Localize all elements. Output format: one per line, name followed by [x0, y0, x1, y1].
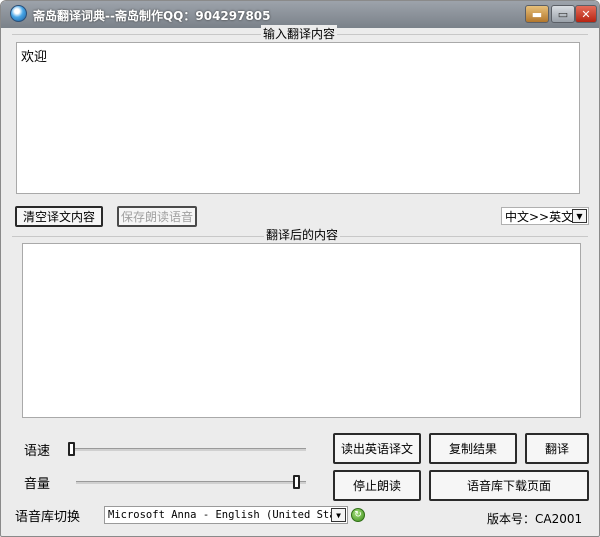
close-button[interactable]: ✕	[575, 5, 597, 23]
clear-translation-button[interactable]: 清空译文内容	[15, 206, 103, 227]
speed-label: 语速	[24, 444, 51, 459]
volume-slider-track[interactable]	[76, 481, 306, 484]
skin-button[interactable]: ▬	[525, 5, 549, 23]
save-audio-button[interactable]: 保存朗读语音	[117, 206, 197, 227]
output-section-label: 翻译后的内容	[264, 226, 341, 243]
voice-library-label: 语音库切换	[15, 510, 81, 525]
voice-library-value: Microsoft Anna - English (United States)	[108, 509, 332, 521]
voice-chevron-down-icon: ▼	[331, 508, 346, 522]
maximize-icon: ▭	[557, 7, 569, 21]
chevron-down-icon: ▼	[572, 209, 587, 223]
read-english-button[interactable]: 读出英语译文	[333, 433, 421, 464]
language-direction-value: 中文>>英文	[505, 209, 574, 224]
translate-label: 翻译	[544, 442, 569, 456]
clear-translation-label: 清空译文内容	[22, 210, 95, 224]
stop-reading-label: 停止朗读	[352, 479, 401, 493]
translation-output-area[interactable]	[22, 243, 581, 418]
app-logo-icon	[10, 5, 27, 22]
input-section-label: 输入翻译内容	[261, 25, 338, 42]
copy-result-label: 复制结果	[448, 442, 497, 456]
volume-label: 音量	[24, 477, 51, 492]
skin-icon: ▬	[531, 7, 543, 21]
version-label: 版本号：CA2001	[487, 512, 583, 526]
voice-library-select[interactable]: Microsoft Anna - English (United States)…	[104, 506, 348, 524]
refresh-icon[interactable]: ↻	[351, 508, 365, 522]
translate-button[interactable]: 翻译	[525, 433, 589, 464]
title-bar[interactable]: 斋岛翻译词典--斋岛制作QQ：904297805 ▬ ▭ ✕	[1, 1, 599, 28]
stop-reading-button[interactable]: 停止朗读	[333, 470, 421, 501]
voice-download-page-label: 语音库下载页面	[466, 479, 551, 493]
volume-slider-thumb[interactable]	[293, 475, 300, 489]
speed-slider-thumb[interactable]	[68, 442, 75, 456]
voice-download-page-button[interactable]: 语音库下载页面	[429, 470, 589, 501]
read-english-label: 读出英语译文	[340, 442, 413, 456]
close-icon: ✕	[581, 7, 591, 21]
source-text-input[interactable]: 欢迎	[16, 42, 580, 194]
window-title: 斋岛翻译词典--斋岛制作QQ：904297805	[33, 9, 271, 23]
save-audio-label: 保存朗读语音	[120, 210, 193, 224]
copy-result-button[interactable]: 复制结果	[429, 433, 517, 464]
maximize-button[interactable]: ▭	[551, 5, 575, 23]
speed-slider-track[interactable]	[68, 448, 306, 451]
app-window: 斋岛翻译词典--斋岛制作QQ：904297805 ▬ ▭ ✕ 输入翻译内容 欢迎…	[0, 0, 600, 537]
language-direction-select[interactable]: 中文>>英文 ▼	[501, 207, 589, 225]
